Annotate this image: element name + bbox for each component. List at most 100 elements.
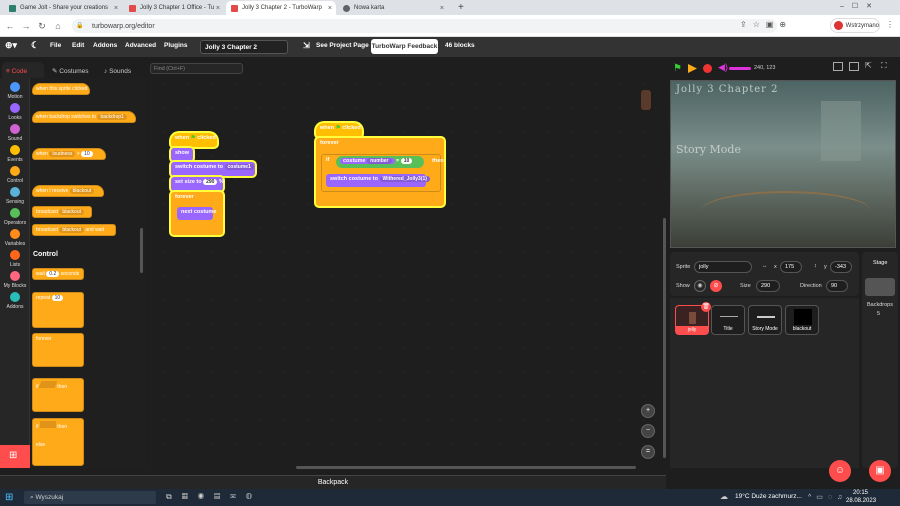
sprite-tile[interactable]: Story Mode bbox=[748, 305, 782, 335]
equals-operator[interactable]: costume number = 10 bbox=[336, 156, 424, 168]
category-looks[interactable]: Looks bbox=[0, 103, 30, 121]
sprite-tile[interactable]: jolly 🗑 bbox=[675, 302, 711, 335]
kebab-menu-icon[interactable]: ⋮ bbox=[886, 20, 894, 29]
turbo-icon[interactable] bbox=[688, 64, 697, 73]
when-flag-block[interactable]: when ⚑ clicked bbox=[171, 133, 217, 147]
palette-block[interactable]: when this sprite clicked bbox=[32, 83, 90, 95]
size-input[interactable]: 290 bbox=[756, 280, 780, 292]
lock-icon[interactable]: 🔒 bbox=[76, 22, 83, 29]
palette-block[interactable]: if then bbox=[32, 378, 84, 412]
stage-canvas[interactable]: Jolly 3 Chapter 2 Story Mode bbox=[670, 80, 896, 248]
theme-moon-icon[interactable]: ☾ bbox=[31, 40, 39, 51]
extension-button[interactable]: ⊞ bbox=[0, 445, 30, 468]
palette-block[interactable]: forever bbox=[32, 333, 84, 367]
zoom-reset-icon[interactable]: = bbox=[641, 445, 655, 459]
menu-file[interactable]: File bbox=[50, 42, 61, 49]
back-icon[interactable]: ← bbox=[4, 19, 16, 33]
popout-icon[interactable]: ⇱ bbox=[865, 61, 872, 70]
taskbar-search[interactable]: ⌕ Wyszukaj bbox=[24, 491, 156, 504]
see-project-button[interactable]: See Project Page bbox=[316, 42, 369, 49]
stop-icon[interactable] bbox=[703, 64, 712, 73]
globe-icon[interactable]: ⊕▾ bbox=[5, 40, 17, 51]
choose-sprite-icon[interactable]: ☺ bbox=[829, 460, 851, 482]
sprite-name-input[interactable]: jolly bbox=[694, 261, 752, 273]
direction-input[interactable]: 90 bbox=[826, 280, 848, 292]
category-addons[interactable]: Addons bbox=[0, 292, 30, 310]
stage-panel[interactable]: Stage Backdrops 5 bbox=[862, 252, 898, 468]
forward-icon[interactable]: → bbox=[20, 19, 32, 33]
browser-tab-active[interactable]: Jolly 3 Chapter 2 - TurboWarp × bbox=[226, 1, 336, 15]
next-costume-block[interactable]: next costume bbox=[177, 207, 216, 220]
category-dot-icon bbox=[10, 82, 20, 92]
volume-icon[interactable]: ◀) bbox=[718, 62, 728, 73]
category-my-blocks[interactable]: My Blocks bbox=[0, 271, 30, 289]
delete-icon[interactable]: 🗑 bbox=[701, 302, 711, 312]
category-motion[interactable]: Motion bbox=[0, 82, 30, 100]
palette-block[interactable]: when I receive blackout bbox=[32, 185, 104, 197]
browser-tab[interactable]: Game Jolt - Share your creations × bbox=[4, 1, 122, 15]
fullscreen-icon[interactable]: ⛶ bbox=[881, 61, 887, 71]
project-title-input[interactable]: Jolly 3 Chapter 2 bbox=[200, 40, 288, 54]
green-flag-icon[interactable]: ⚑ bbox=[673, 63, 682, 74]
zoom-in-icon[interactable]: + bbox=[641, 404, 655, 418]
feedback-button[interactable]: TurboWarp Feedback bbox=[371, 39, 438, 54]
home-icon[interactable]: ⌂ bbox=[52, 19, 64, 33]
profile-button[interactable]: Wstrzymano bbox=[830, 18, 880, 33]
backpack-bar[interactable]: Backpack bbox=[0, 475, 666, 489]
palette-block[interactable]: when loudness > 10 bbox=[32, 148, 106, 160]
close-icon[interactable]: × bbox=[328, 5, 332, 12]
browser-tab[interactable]: Nowa karta × bbox=[338, 1, 448, 15]
palette-block[interactable]: if then else bbox=[32, 418, 84, 466]
windows-start-icon[interactable]: ⊞ bbox=[5, 492, 13, 503]
code-workspace[interactable]: when ⚑ clicked show switch costume to co… bbox=[146, 78, 666, 469]
palette-block[interactable]: repeat 10 bbox=[32, 292, 84, 328]
palette-scrollbar[interactable] bbox=[140, 228, 143, 273]
when-flag-block[interactable]: when ⚑ clicked bbox=[316, 123, 362, 137]
category-sensing[interactable]: Sensing bbox=[0, 187, 30, 205]
workspace-scrollbar-h[interactable] bbox=[296, 466, 636, 469]
volume-slider[interactable] bbox=[729, 67, 751, 70]
category-lists[interactable]: Lists bbox=[0, 250, 30, 268]
large-stage-icon[interactable] bbox=[849, 62, 859, 71]
browser-tab[interactable]: Jolly 3 Chapter 1 Office - Tu × bbox=[124, 1, 224, 15]
category-control[interactable]: Control bbox=[0, 166, 30, 184]
url-field[interactable]: turbowarp.org/editor bbox=[72, 19, 777, 33]
window-controls[interactable]: –☐✕ bbox=[840, 2, 880, 10]
workspace-scrollbar-v[interactable] bbox=[663, 218, 666, 458]
menu-addons[interactable]: Addons bbox=[93, 42, 117, 49]
extension-icons[interactable]: ⇪☆▣⊕ bbox=[740, 20, 792, 29]
switch-costume-block[interactable]: switch costume to costume1 bbox=[171, 162, 255, 176]
category-sound[interactable]: Sound bbox=[0, 124, 30, 142]
category-variables[interactable]: Variables bbox=[0, 229, 30, 247]
taskbar-app-icons[interactable]: ⧉▦◉▤✉◍ bbox=[166, 492, 262, 502]
choose-backdrop-icon[interactable]: ▣ bbox=[869, 460, 891, 482]
close-icon[interactable]: × bbox=[114, 5, 118, 12]
set-size-block[interactable]: set size to 290 % bbox=[171, 177, 224, 191]
switch-costume-block[interactable]: switch costume to Withered_Jolly3(1) bbox=[326, 174, 430, 187]
hide-icon[interactable]: ⊘ bbox=[710, 280, 722, 292]
new-tab-icon[interactable]: + bbox=[458, 2, 464, 13]
sprite-tile[interactable]: blackout bbox=[785, 305, 819, 335]
show-block[interactable]: show bbox=[171, 148, 193, 161]
tab-label: Code bbox=[11, 68, 28, 75]
zoom-out-icon[interactable]: − bbox=[641, 424, 655, 438]
category-operators[interactable]: Operators bbox=[0, 208, 30, 226]
menu-plugins[interactable]: Plugins bbox=[164, 42, 187, 49]
y-input[interactable]: -343 bbox=[830, 261, 852, 273]
small-stage-icon[interactable] bbox=[833, 62, 843, 71]
menu-edit[interactable]: Edit bbox=[72, 42, 84, 49]
show-visible-icon[interactable]: ◉ bbox=[694, 280, 706, 292]
reload-icon[interactable]: ↻ bbox=[36, 19, 48, 33]
find-input[interactable]: Find (Ctrl+F) bbox=[150, 63, 243, 74]
palette-block[interactable]: broadcast blackout and wait bbox=[32, 224, 116, 236]
sprite-tile[interactable]: Title bbox=[711, 305, 745, 335]
category-events[interactable]: Events bbox=[0, 145, 30, 163]
close-icon[interactable]: × bbox=[216, 5, 220, 12]
palette-block[interactable]: broadcast blackout bbox=[32, 206, 92, 218]
x-input[interactable]: 175 bbox=[780, 261, 802, 273]
menu-advanced[interactable]: Advanced bbox=[125, 42, 156, 49]
palette-block[interactable]: wait 0.2 seconds bbox=[32, 268, 84, 280]
close-icon[interactable]: × bbox=[440, 5, 444, 12]
palette-block[interactable]: when backdrop switches to backdrop1 bbox=[32, 111, 136, 123]
tray-icons[interactable]: ^▭◌♫ bbox=[808, 493, 847, 501]
